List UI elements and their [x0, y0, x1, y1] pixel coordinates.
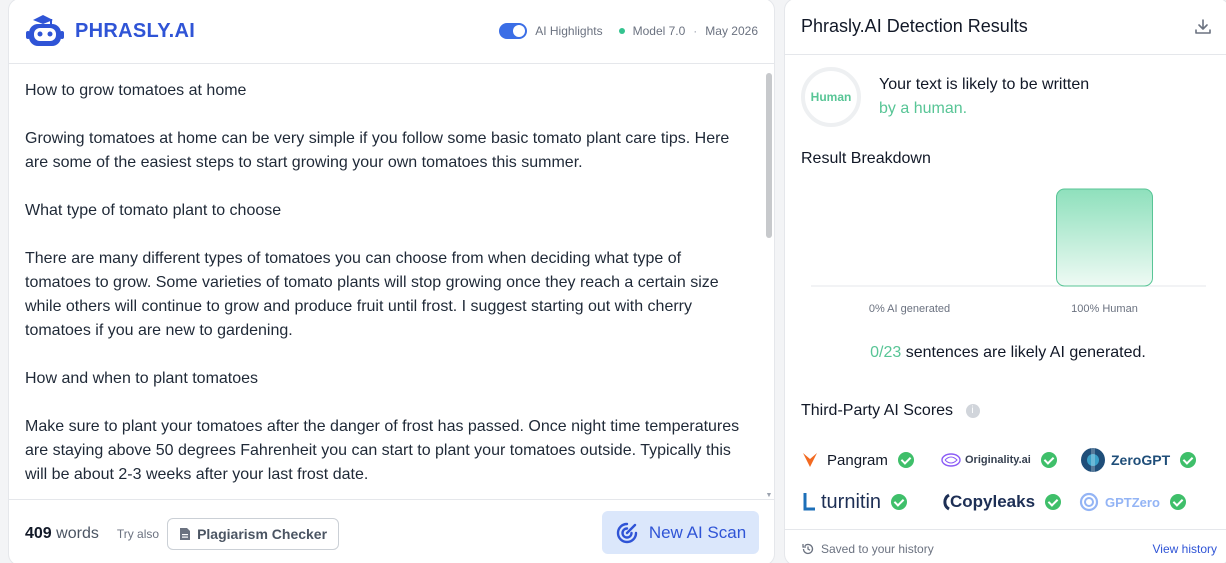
results-title: Phrasly.AI Detection Results [801, 16, 1028, 36]
detector-name: Originality.ai [965, 454, 1031, 466]
detector-name: GPTZero [1105, 494, 1160, 510]
detector-pangram: Pangram [801, 451, 940, 469]
new-ai-scan-label: New AI Scan [648, 522, 747, 542]
detector-name: ZeroGPT [1111, 452, 1171, 468]
scan-target-icon [616, 522, 638, 543]
verdict-who: by a human. [879, 100, 968, 117]
detector-gptzero: GPTZero [1079, 492, 1218, 512]
check-icon [1180, 452, 1197, 468]
results-footer: Saved to your history View history [785, 529, 1226, 563]
plagiarism-checker-label: Plagiarism Checker [197, 525, 328, 542]
ring-label: Human [810, 90, 852, 104]
check-icon [1045, 494, 1062, 510]
saved-status: Saved to your history [801, 542, 934, 556]
detector-row: turnitin Copyleaks GPTZero [801, 481, 1221, 523]
word-count-value: 409 [25, 524, 52, 542]
human-score-ring: Human [801, 67, 861, 127]
gptzero-logo-icon [1079, 492, 1099, 512]
detector-scores: Pangram Originality.ai ZeroGPT turnitin … [801, 439, 1221, 523]
editor-paragraph: There are many different types of tomato… [25, 250, 719, 339]
logo-text: PHRASLY.AI [75, 19, 196, 42]
editor-paragraph: How and when to plant tomatoes [25, 370, 259, 387]
results-header: Phrasly.AI Detection Results [785, 0, 1226, 55]
logo[interactable]: PHRASLY.AI [25, 14, 195, 48]
model-label: Model 7.0 [632, 24, 686, 38]
detector-row: Pangram Originality.ai ZeroGPT [801, 439, 1221, 481]
third-party-title: Third-Party AI Scores i [801, 402, 980, 420]
result-breakdown-chart: 0% AI generated 100% Human [811, 188, 1206, 315]
verdict-line: Your text is likely to be written [879, 76, 1090, 93]
chart-category-label: 0% AI generated [869, 303, 950, 315]
word-count-label: words [56, 524, 99, 542]
separator: · [693, 24, 698, 38]
saved-text: Saved to your history [821, 541, 934, 556]
originality-logo-icon [941, 453, 961, 467]
document-icon [180, 527, 191, 540]
detector-name: turnitin [821, 490, 882, 513]
sentences-count: 0/23 [870, 344, 902, 361]
pangram-logo-icon [803, 453, 817, 467]
result-summary: Human Your text is likely to be written … [801, 67, 1089, 127]
plagiarism-checker-button[interactable]: Plagiarism Checker [167, 517, 340, 550]
editor-panel: PHRASLY.AI AI Highlights Model 7.0 · May… [8, 0, 775, 563]
model-status-dot [618, 28, 625, 34]
editor-paragraph: Growing tomatoes at home can be very sim… [25, 130, 730, 171]
editor-footer: 409 words Try also Plagiarism Checker Ne [9, 499, 774, 563]
robot-logo-icon [26, 15, 64, 46]
editor-paragraph: Make sure to plant your tomatoes after t… [25, 418, 740, 483]
breakdown-title: Result Breakdown [801, 150, 931, 167]
new-ai-scan-button[interactable]: New AI Scan [602, 511, 759, 554]
text-editor[interactable]: How to grow tomatoes at home Growing tom… [9, 65, 766, 501]
scroll-down-arrow-icon[interactable]: ▼ [765, 492, 773, 499]
date-label: May 2026 [705, 24, 758, 38]
sentences-ai: AI generated [1049, 344, 1142, 361]
results-panel: Phrasly.AI Detection Results Human Your … [784, 0, 1226, 563]
editor-scrollbar[interactable]: ▼ [765, 69, 773, 499]
copyleaks-logo-icon [943, 493, 950, 511]
sentences-end: . [1141, 344, 1146, 361]
detector-copyleaks: Copyleaks [940, 491, 1079, 513]
sentences-mid: sentences are likely [901, 344, 1050, 361]
result-verdict: Your text is likely to be written by a h… [879, 73, 1089, 121]
sentences-summary: 0/23 sentences are likely AI generated. [785, 344, 1226, 362]
check-icon [1169, 494, 1186, 510]
detector-zerogpt: ZeroGPT [1079, 446, 1218, 474]
detector-turnitin: turnitin [801, 491, 940, 514]
ai-highlights-toggle[interactable] [499, 23, 528, 39]
editor-paragraph: What type of tomato plant to choose [25, 202, 282, 219]
detector-name: Pangram [827, 451, 888, 469]
header-controls: AI Highlights Model 7.0 · May 2026 [499, 23, 758, 39]
detector-name: Copyleaks [950, 492, 1036, 511]
try-also-label: Try also [116, 526, 160, 541]
editor-header: PHRASLY.AI AI Highlights Model 7.0 · May… [9, 0, 774, 64]
history-icon [802, 543, 814, 554]
check-icon [891, 494, 908, 510]
zerogpt-logo-icon [1081, 448, 1105, 472]
ai-highlights-label: AI Highlights [535, 24, 603, 38]
info-icon[interactable]: i [965, 403, 980, 418]
check-icon [1040, 452, 1057, 468]
turnitin-logo-icon [803, 493, 815, 511]
download-icon[interactable] [1193, 17, 1213, 37]
chart-bar [1056, 188, 1153, 287]
chart-category-label: 100% Human [1071, 303, 1138, 315]
word-count: 409 words [25, 525, 99, 543]
third-party-title-text: Third-Party AI Scores [801, 402, 954, 419]
editor-paragraph: How to grow tomatoes at home [25, 82, 247, 99]
view-history-link[interactable]: View history [1153, 542, 1217, 556]
scrollbar-thumb[interactable] [766, 73, 772, 238]
check-icon [897, 452, 914, 468]
detector-originality: Originality.ai [940, 451, 1079, 469]
